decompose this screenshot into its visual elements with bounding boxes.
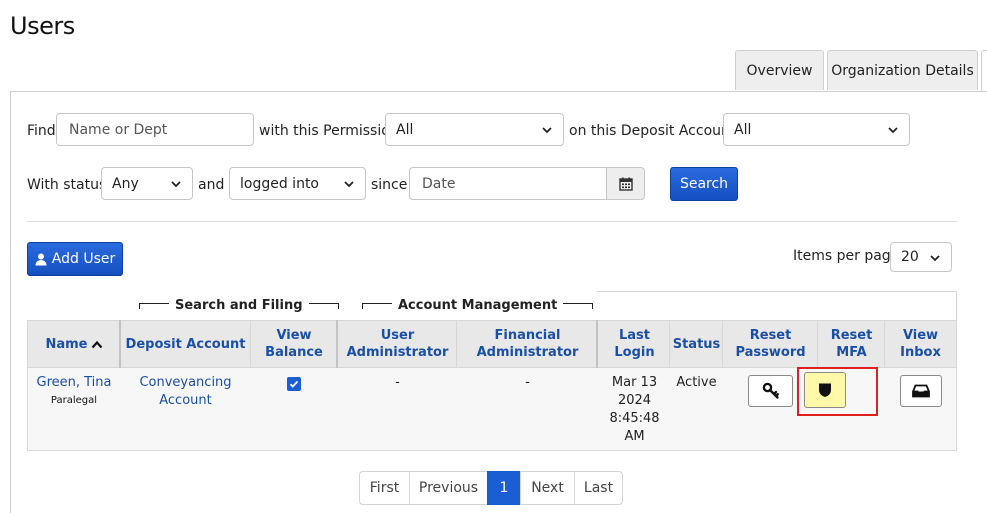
items-per-page-label: Items per page bbox=[793, 248, 900, 264]
status-select[interactable]: Any bbox=[101, 167, 193, 200]
items-per-page-select[interactable]: 20 bbox=[890, 242, 952, 272]
page-last-button[interactable]: Last bbox=[574, 471, 623, 505]
date-input[interactable]: Date bbox=[409, 167, 607, 200]
bracket-left bbox=[139, 302, 169, 309]
since-label: since bbox=[371, 177, 408, 193]
header-line: Reset bbox=[830, 328, 873, 343]
view-balance-checkbox[interactable] bbox=[287, 377, 301, 391]
permission-select[interactable]: All bbox=[385, 113, 564, 146]
last-login-line: AM bbox=[624, 429, 645, 444]
find-label: Find bbox=[27, 123, 56, 139]
bracket-left bbox=[362, 302, 392, 309]
column-header-user-administrator[interactable]: User Administrator bbox=[338, 321, 457, 367]
calendar-button[interactable] bbox=[606, 167, 645, 200]
column-header-status[interactable]: Status bbox=[670, 321, 723, 367]
group-search-and-filing-label: Search and Filing bbox=[175, 298, 303, 313]
tab-overview[interactable]: Overview bbox=[735, 50, 824, 90]
header-line: Financial bbox=[494, 328, 561, 343]
deposit-account-label: on this Deposit Account bbox=[569, 123, 736, 139]
header-line: Balance bbox=[265, 345, 323, 360]
cell-user-administrator: - bbox=[395, 375, 400, 390]
chevron-down-icon bbox=[888, 127, 898, 134]
column-header-view-inbox: View Inbox bbox=[885, 321, 956, 367]
tab-organization-details[interactable]: Organization Details bbox=[827, 50, 978, 90]
last-login-line: 8:45:48 bbox=[609, 411, 660, 426]
column-header-reset-password: Reset Password bbox=[723, 321, 818, 367]
cell-deposit-account: Conveyancing Account bbox=[120, 368, 251, 450]
column-header-deposit-account[interactable]: Deposit Account bbox=[120, 321, 251, 367]
page-previous-button[interactable]: Previous bbox=[409, 471, 488, 505]
group-account-management: Account Management bbox=[362, 298, 594, 313]
header-line: Administrator bbox=[476, 345, 579, 360]
header-line: Administrator bbox=[346, 345, 449, 360]
header-line: MFA bbox=[836, 345, 867, 360]
column-header-name[interactable]: Name bbox=[28, 321, 120, 367]
and-label: and bbox=[198, 177, 225, 193]
bracket-right bbox=[563, 302, 594, 309]
login-filter-select[interactable]: logged into bbox=[229, 167, 366, 200]
header-line: View bbox=[902, 328, 939, 343]
calendar-icon bbox=[618, 177, 633, 191]
key-icon bbox=[762, 382, 779, 399]
status-select-value: Any bbox=[112, 175, 139, 192]
permission-label: with this Permission bbox=[259, 123, 399, 139]
view-inbox-button[interactable] bbox=[900, 375, 942, 407]
pagination: First Previous 1 Next Last bbox=[359, 471, 623, 505]
column-header-reset-mfa: Reset MFA bbox=[818, 321, 885, 367]
header-line: User bbox=[380, 328, 415, 343]
page-first-button[interactable]: First bbox=[359, 471, 410, 505]
page-current-button[interactable]: 1 bbox=[487, 471, 521, 505]
last-login-line: Mar 13 bbox=[611, 375, 658, 390]
check-icon bbox=[289, 380, 299, 388]
tab-overflow-edge bbox=[981, 50, 987, 92]
group-header-border bbox=[597, 291, 957, 320]
reset-password-button[interactable] bbox=[748, 375, 793, 407]
cell-status: Active bbox=[676, 375, 717, 390]
column-header-financial-administrator[interactable]: Financial Administrator bbox=[457, 321, 598, 367]
status-label: With status bbox=[27, 177, 107, 193]
column-header-name-label: Name bbox=[45, 336, 88, 352]
deposit-account-select[interactable]: All bbox=[723, 113, 910, 146]
deposit-account-line[interactable]: Conveyancing bbox=[120, 374, 251, 392]
add-user-label: Add User bbox=[51, 251, 116, 267]
user-role: Paralegal bbox=[50, 395, 98, 406]
divider bbox=[27, 221, 957, 222]
add-user-button[interactable]: Add User bbox=[27, 242, 123, 276]
chevron-down-icon bbox=[171, 181, 181, 188]
user-icon bbox=[35, 253, 47, 265]
header-line: Password bbox=[735, 345, 806, 360]
last-login-line: 2024 bbox=[617, 393, 652, 408]
header-line: View bbox=[276, 328, 312, 343]
user-name-link[interactable]: Green, Tina bbox=[28, 374, 120, 392]
deposit-account-select-value: All bbox=[734, 121, 752, 138]
cell-name: Green, Tina Paralegal bbox=[28, 368, 120, 450]
inbox-icon bbox=[912, 384, 930, 398]
header-line: Login bbox=[614, 345, 655, 360]
bracket-right bbox=[308, 302, 339, 309]
header-line: Last bbox=[618, 328, 650, 343]
page-next-button[interactable]: Next bbox=[520, 471, 575, 505]
reset-mfa-button[interactable] bbox=[804, 372, 846, 408]
items-per-page-value: 20 bbox=[901, 249, 919, 265]
group-search-and-filing: Search and Filing bbox=[139, 298, 339, 313]
header-line: Inbox bbox=[900, 345, 941, 360]
cell-last-login: Mar 13 2024 8:45:48 AM bbox=[599, 368, 670, 450]
cell-view-balance bbox=[251, 368, 337, 450]
column-header-view-balance[interactable]: View Balance bbox=[251, 321, 337, 367]
find-input[interactable]: Name or Dept bbox=[56, 113, 254, 146]
chevron-down-icon bbox=[344, 181, 354, 188]
page-title: Users bbox=[10, 12, 75, 40]
deposit-account-line[interactable]: Account bbox=[120, 392, 251, 410]
header-line: Reset bbox=[749, 328, 792, 343]
chevron-down-icon bbox=[542, 127, 552, 134]
search-button[interactable]: Search bbox=[670, 167, 738, 201]
sort-up-icon bbox=[91, 340, 102, 348]
permission-select-value: All bbox=[396, 121, 414, 138]
chevron-down-icon bbox=[930, 255, 940, 262]
cell-financial-administrator: - bbox=[525, 375, 530, 390]
login-filter-select-value: logged into bbox=[240, 175, 319, 192]
shield-icon bbox=[819, 383, 831, 397]
column-header-last-login[interactable]: Last Login bbox=[599, 321, 670, 367]
group-account-management-label: Account Management bbox=[398, 298, 558, 313]
